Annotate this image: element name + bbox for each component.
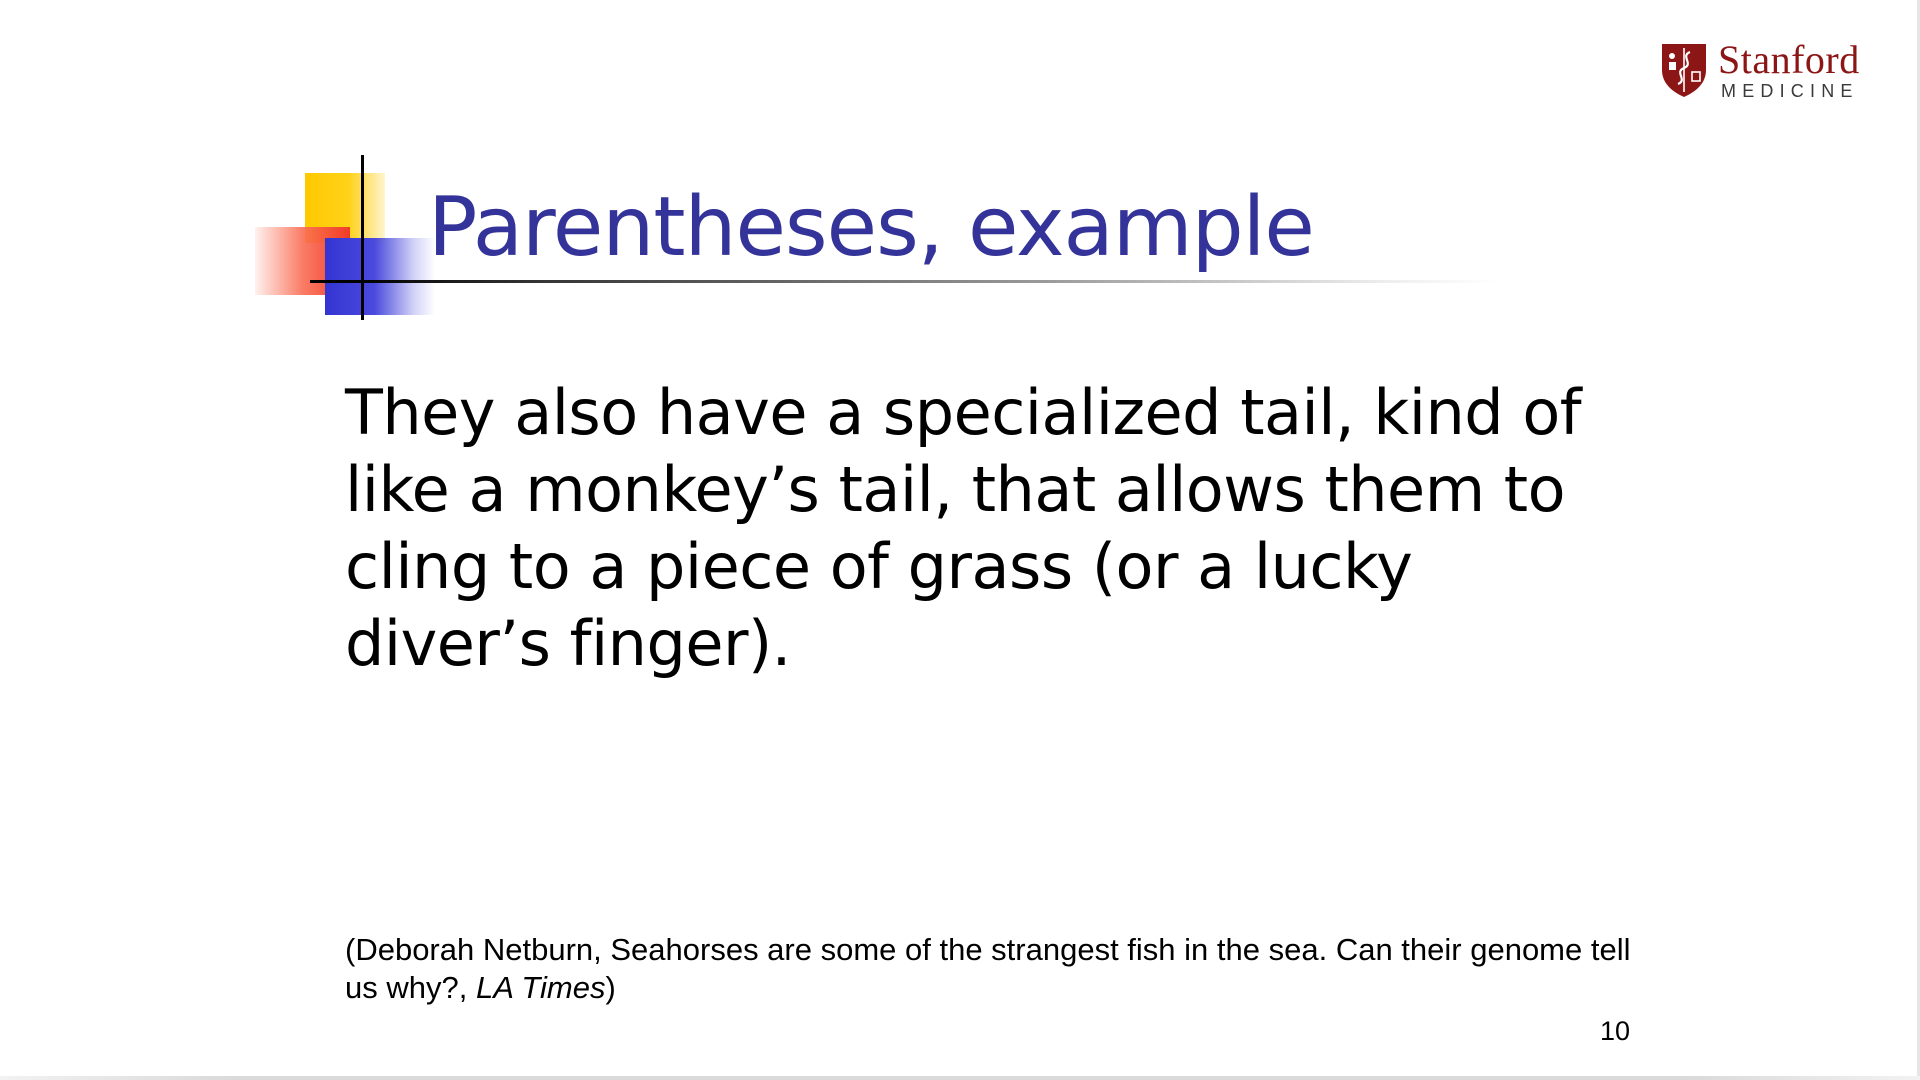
stanford-medicine-logo: Stanford MEDICINE (1660, 38, 1870, 102)
logo-subtitle: MEDICINE (1721, 81, 1859, 101)
page-number: 10 (1600, 1016, 1631, 1046)
title-underline (360, 280, 1500, 283)
slide: Stanford MEDICINE Parentheses, example T… (0, 0, 1920, 1080)
logo-wordmark: Stanford (1718, 37, 1860, 82)
slide-title: Parentheses, example (428, 180, 1315, 275)
slide-body-text: They also have a specialized tail, kind … (345, 376, 1582, 680)
stanford-shield-icon (1662, 44, 1706, 97)
crosshair-vertical-line (361, 155, 364, 320)
slide-bottom-border (0, 1076, 1920, 1080)
crosshair-horizontal-line (310, 280, 360, 283)
citation-source: LA Times (475, 970, 606, 1005)
citation: (Deborah Netburn, Seahorses are some of … (345, 931, 1645, 1007)
citation-close: ) (605, 970, 616, 1005)
blue-square (325, 238, 435, 315)
title-decoration (255, 150, 455, 325)
